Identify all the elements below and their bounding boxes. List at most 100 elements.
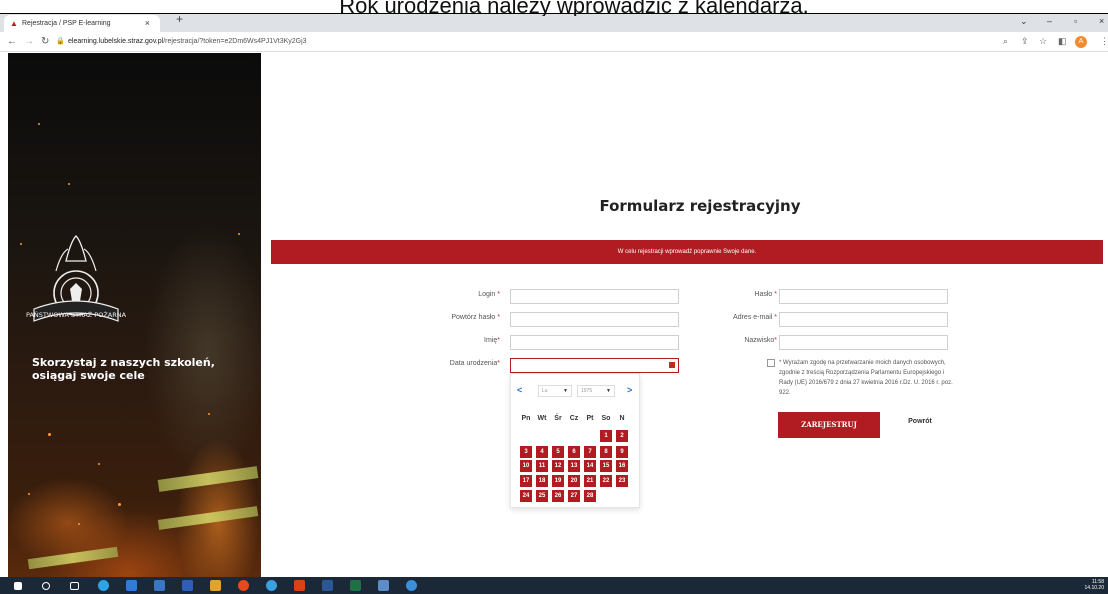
forward-arrow-icon[interactable]: → bbox=[24, 36, 34, 48]
month-select[interactable]: Lu ▼ bbox=[538, 385, 572, 397]
first-name-input[interactable] bbox=[510, 335, 679, 350]
email-input[interactable] bbox=[779, 312, 948, 327]
tab-title: Rejestracja / PSP E-learning bbox=[22, 20, 111, 27]
calendar-day[interactable]: 20 bbox=[568, 475, 580, 487]
excel-icon[interactable] bbox=[350, 580, 361, 591]
file-explorer-icon[interactable] bbox=[210, 580, 221, 591]
screen: Rok urodzenia należy wprowadzić z kalend… bbox=[0, 0, 1108, 594]
page-title: Formularz rejestracyjny bbox=[599, 197, 801, 215]
calendar-day[interactable]: 8 bbox=[600, 446, 612, 458]
lock-icon: 🔒 bbox=[56, 38, 65, 45]
password-input[interactable] bbox=[779, 289, 948, 304]
mail-icon[interactable] bbox=[126, 580, 137, 591]
clock-date: 14.10.20 bbox=[1084, 585, 1104, 591]
next-month-button[interactable]: > bbox=[627, 385, 632, 395]
calendar-day[interactable]: 19 bbox=[552, 475, 564, 487]
calendar-day[interactable]: 3 bbox=[520, 446, 532, 458]
last-name-input[interactable] bbox=[779, 335, 948, 350]
ember bbox=[208, 413, 210, 415]
menu-icon[interactable]: ⋮ bbox=[1100, 36, 1108, 47]
required-mark: * bbox=[495, 291, 500, 298]
birth-date-input[interactable] bbox=[510, 358, 679, 373]
calendar-day[interactable]: 22 bbox=[600, 475, 612, 487]
calendar-day[interactable]: 6 bbox=[568, 446, 580, 458]
month-value: Lu bbox=[542, 388, 548, 394]
required-mark: * bbox=[772, 291, 777, 298]
powerpoint-icon[interactable] bbox=[294, 580, 305, 591]
reload-icon[interactable]: ↻ bbox=[41, 36, 49, 48]
chrome-icon[interactable] bbox=[238, 580, 249, 591]
calendar-day[interactable]: 24 bbox=[520, 490, 532, 502]
weekday-label: N bbox=[619, 415, 625, 422]
system-clock[interactable]: 11:58 14.10.20 bbox=[1085, 579, 1104, 591]
close-icon[interactable]: × bbox=[1099, 16, 1104, 26]
weekday-label: Pn bbox=[521, 415, 531, 422]
tab-close-icon[interactable]: × bbox=[145, 18, 150, 28]
calendar-day[interactable]: 27 bbox=[568, 490, 580, 502]
store-icon[interactable] bbox=[154, 580, 165, 591]
browser-tab[interactable]: ▲ Rejestracja / PSP E-learning × bbox=[4, 15, 160, 33]
calendar-day[interactable]: 25 bbox=[536, 490, 548, 502]
app-icon[interactable] bbox=[182, 580, 193, 591]
calendar-day[interactable]: 15 bbox=[600, 460, 612, 472]
info-banner: W celu rejestracji wprowadź poprawnie Sw… bbox=[271, 240, 1103, 264]
url-field[interactable]: 🔒 elearning.lubelskie.straz.gov.pl/rejes… bbox=[56, 34, 1016, 50]
share-icon[interactable]: ⇪ bbox=[1021, 36, 1029, 47]
calendar-day[interactable]: 2 bbox=[616, 430, 628, 442]
app-icon[interactable] bbox=[378, 580, 389, 591]
edge-icon[interactable] bbox=[98, 580, 109, 591]
back-arrow-icon[interactable]: ← bbox=[7, 36, 17, 48]
caption-overlay: Rok urodzenia należy wprowadzić z kalend… bbox=[0, 0, 1108, 16]
calendar-day[interactable]: 16 bbox=[616, 460, 628, 472]
prev-month-button[interactable]: < bbox=[517, 385, 522, 395]
calendar-day[interactable]: 10 bbox=[520, 460, 532, 472]
calendar-day[interactable]: 13 bbox=[568, 460, 580, 472]
start-icon[interactable] bbox=[14, 582, 22, 590]
calendar-day[interactable]: 11 bbox=[536, 460, 548, 472]
calendar-day[interactable]: 14 bbox=[584, 460, 596, 472]
sidepanel-icon[interactable]: ◧ bbox=[1058, 36, 1067, 47]
calendar-day[interactable]: 23 bbox=[616, 475, 628, 487]
label-text: Powtórz hasło bbox=[451, 314, 496, 321]
year-select[interactable]: 1975 ▼ bbox=[577, 385, 615, 397]
calendar-day[interactable]: 21 bbox=[584, 475, 596, 487]
chevron-down-icon[interactable]: ⌄ bbox=[1020, 16, 1028, 27]
consent-checkbox[interactable] bbox=[767, 359, 775, 367]
label-text: Hasło bbox=[754, 291, 773, 298]
calendar-day[interactable]: 26 bbox=[552, 490, 564, 502]
ember bbox=[98, 463, 100, 465]
birth-date-label: Data urodzenia* bbox=[390, 360, 500, 367]
required-mark: * bbox=[772, 314, 777, 321]
zoom-icon[interactable]: ⌕ bbox=[1003, 36, 1008, 47]
register-button[interactable]: ZAREJESTRUJ bbox=[778, 412, 880, 438]
windows-taskbar: 11:58 14.10.20 bbox=[0, 577, 1108, 594]
star-icon[interactable]: ☆ bbox=[1039, 36, 1047, 47]
calendar-day[interactable]: 7 bbox=[584, 446, 596, 458]
repeat-password-input[interactable] bbox=[510, 312, 679, 327]
calendar-day[interactable]: 1 bbox=[600, 430, 612, 442]
app-icon[interactable] bbox=[406, 580, 417, 591]
reflective-stripe bbox=[157, 466, 259, 492]
login-input[interactable] bbox=[510, 289, 679, 304]
calendar-icon[interactable] bbox=[669, 362, 675, 368]
repeat-password-label: Powtórz hasło * bbox=[390, 314, 500, 321]
ember bbox=[38, 123, 40, 125]
calendar-day[interactable]: 9 bbox=[616, 446, 628, 458]
search-icon[interactable] bbox=[42, 582, 50, 590]
restore-icon[interactable]: ▫ bbox=[1074, 16, 1077, 26]
calendar-day[interactable]: 4 bbox=[536, 446, 548, 458]
calendar-day[interactable]: 28 bbox=[584, 490, 596, 502]
hero-firefighter-image: PAŃSTWOWA STRAŻ POŻARNA Skorzystaj z nas… bbox=[8, 53, 261, 577]
svg-text:PAŃSTWOWA STRAŻ POŻARNA: PAŃSTWOWA STRAŻ POŻARNA bbox=[26, 310, 126, 319]
calendar-day[interactable]: 17 bbox=[520, 475, 532, 487]
word-icon[interactable] bbox=[322, 580, 333, 591]
calendar-day[interactable]: 12 bbox=[552, 460, 564, 472]
calendar-day[interactable]: 18 bbox=[536, 475, 548, 487]
back-link[interactable]: Powrót bbox=[898, 418, 942, 425]
calendar-day[interactable]: 5 bbox=[552, 446, 564, 458]
minimize-icon[interactable]: – bbox=[1047, 16, 1052, 26]
app-icon[interactable] bbox=[266, 580, 277, 591]
task-view-icon[interactable] bbox=[70, 582, 79, 590]
profile-avatar[interactable]: A bbox=[1075, 36, 1087, 48]
chevron-down-icon: ▼ bbox=[606, 388, 611, 394]
